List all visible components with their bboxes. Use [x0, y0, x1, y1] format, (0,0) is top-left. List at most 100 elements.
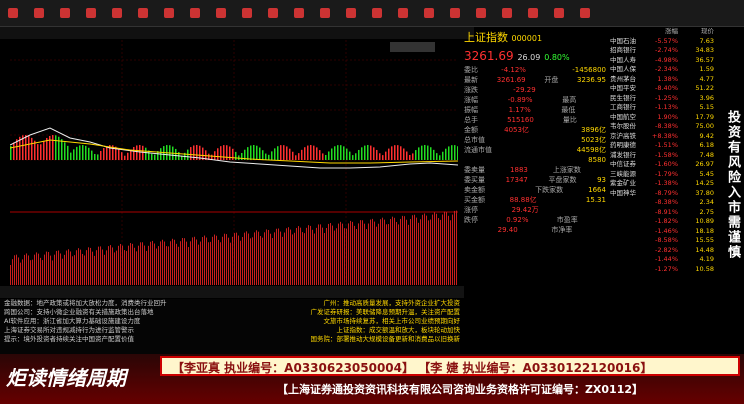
news-item[interactable]: 上海证券交易所对违规减持行为进行监管警示 上证指数：成交额温和放大，板块轮动加快 [0, 326, 460, 335]
bar [76, 146, 78, 160]
bar [142, 145, 144, 160]
toolbar-button[interactable] [1, 1, 25, 25]
news-item[interactable]: 提示：境外投资者持续关注中国资产配置价值 国务院：部署推动大规模设备更新和消费品以… [0, 335, 460, 344]
quote-row: 总手 515160 量比 [464, 116, 577, 124]
bar [194, 236, 195, 285]
toolbar-button[interactable] [313, 1, 337, 25]
bar [154, 154, 156, 160]
toolbar-button[interactable] [339, 1, 363, 25]
bar [288, 227, 289, 285]
bar [68, 249, 69, 285]
constituent-row[interactable]: 中信证券 -1.60% 26.97 [610, 160, 720, 170]
constituent-row[interactable]: 中国航空 1.90% 17.79 [610, 113, 720, 123]
constituent-row[interactable]: -8.38% 2.34 [610, 198, 720, 208]
toolbar-button[interactable] [235, 1, 259, 25]
constituent-row[interactable]: -8.91% 2.75 [610, 208, 720, 218]
constituent-row[interactable]: 紫金矿业 -1.38% 14.25 [610, 179, 720, 189]
constituent-row[interactable]: 韦尔股份 -8.38% 75.00 [610, 122, 720, 132]
bar [175, 148, 177, 160]
news-item[interactable]: 跨国公司：支持小微企业融资有关措施政策出台落地 广发证券研报：美联储降息预期升温，… [0, 308, 460, 317]
toolbar-icon [8, 7, 18, 18]
toolbar-button[interactable] [105, 1, 129, 25]
toolbar-button[interactable] [27, 1, 51, 25]
bar [355, 153, 357, 160]
constituent-row[interactable]: 民生银行 -1.25% 3.96 [610, 94, 720, 104]
bar [88, 247, 89, 285]
toolbar-button[interactable] [417, 1, 441, 25]
constituent-row[interactable]: 药明康德 -1.51% 6.18 [610, 141, 720, 151]
toolbar-button[interactable] [521, 1, 545, 25]
bar [296, 227, 297, 285]
toolbar-button[interactable] [131, 1, 155, 25]
bar [91, 150, 93, 160]
toolbar-button[interactable] [157, 1, 181, 25]
constituent-row[interactable]: 浦发银行 -1.58% 7.48 [610, 151, 720, 161]
toolbar-button[interactable] [53, 1, 77, 25]
bar [124, 155, 126, 160]
lower-tabs[interactable] [0, 286, 464, 298]
toolbar-button[interactable] [547, 1, 571, 25]
toolbar-icon [190, 7, 200, 18]
quote-row: 委比 -4.12% -1456800 [464, 66, 606, 74]
toolbar-button[interactable] [261, 1, 285, 25]
news-panel: 金融数据：地产政策或将加大放松力度，消费类行业回升 广州：推动高质量发展，支持外资… [0, 299, 460, 354]
toolbar-button[interactable] [443, 1, 467, 25]
constituent-row[interactable]: -1.46% 18.18 [610, 227, 720, 237]
bar [130, 243, 131, 285]
bar [210, 241, 211, 285]
constituent-row[interactable]: 招商银行 -2.74% 34.83 [610, 46, 720, 56]
quote-row: 总市值 5023亿 [464, 136, 606, 144]
quote-row: 涨跌 -29.29 [464, 86, 536, 94]
toolbar-button[interactable] [183, 1, 207, 25]
constituent-row[interactable]: 贵州茅台 1.38% 4.77 [610, 75, 720, 85]
bar [44, 254, 45, 285]
bar [222, 236, 223, 285]
constituent-row[interactable]: 工商银行 -1.13% 5.15 [610, 103, 720, 113]
bar [256, 145, 258, 160]
bar [234, 233, 235, 285]
bar [438, 218, 439, 285]
toolbar-icon [554, 7, 564, 18]
bar [434, 212, 435, 285]
bar [280, 145, 282, 160]
constituent-row[interactable]: 中国神华 -8.79% 37.80 [610, 189, 720, 199]
bar [217, 148, 219, 160]
constituent-row[interactable]: 京沪高铁 +8.38% 9.42 [610, 132, 720, 142]
bar [25, 135, 27, 160]
intraday-chart[interactable] [10, 40, 458, 285]
bar [12, 259, 13, 285]
constituent-row[interactable]: -8.58% 15.55 [610, 236, 720, 246]
bar [40, 144, 42, 160]
toolbar-icon [450, 7, 460, 18]
toolbar-button[interactable] [287, 1, 311, 25]
toolbar-button[interactable] [469, 1, 493, 25]
toolbar-button[interactable] [391, 1, 415, 25]
constituent-row[interactable]: -1.82% 10.89 [610, 217, 720, 227]
news-item[interactable]: 金融数据：地产政策或将加大放松力度，消费类行业回升 广州：推动高质量发展，支持外资… [0, 299, 460, 308]
bar [182, 238, 183, 285]
constituent-row[interactable]: 中国石油 -5.57% 7.63 [610, 37, 720, 47]
constituent-row[interactable]: 中国平安 -8.40% 51.22 [610, 84, 720, 94]
news-item[interactable]: AI软件应用：浙江省加大算力基础设施建设力度 文旅市场持续复苏，相关上市公司业绩预… [0, 317, 460, 326]
constituent-row[interactable]: 中国人寿 -4.98% 36.57 [610, 56, 720, 66]
bar [388, 224, 389, 285]
bar [70, 152, 72, 160]
constituent-row[interactable]: -2.82% 14.48 [610, 246, 720, 256]
toolbar-icon [476, 7, 486, 18]
bar [247, 147, 249, 160]
constituent-row[interactable]: -1.27% 10.58 [610, 265, 720, 275]
toolbar-button[interactable] [365, 1, 389, 25]
toolbar-button[interactable] [79, 1, 103, 25]
bar [340, 145, 342, 160]
constituent-row[interactable]: -1.44% 4.19 [610, 255, 720, 265]
toolbar-button[interactable] [573, 1, 597, 25]
bar [280, 231, 281, 285]
bar [374, 221, 375, 285]
bar [50, 255, 51, 285]
toolbar-button[interactable] [495, 1, 519, 25]
constituent-row[interactable]: 中国人保 -2.34% 1.59 [610, 65, 720, 75]
constituent-row[interactable]: 三峡能源 -1.79% 5.45 [610, 170, 720, 180]
toolbar-button[interactable] [209, 1, 233, 25]
bar [180, 241, 181, 285]
bar [450, 220, 451, 285]
